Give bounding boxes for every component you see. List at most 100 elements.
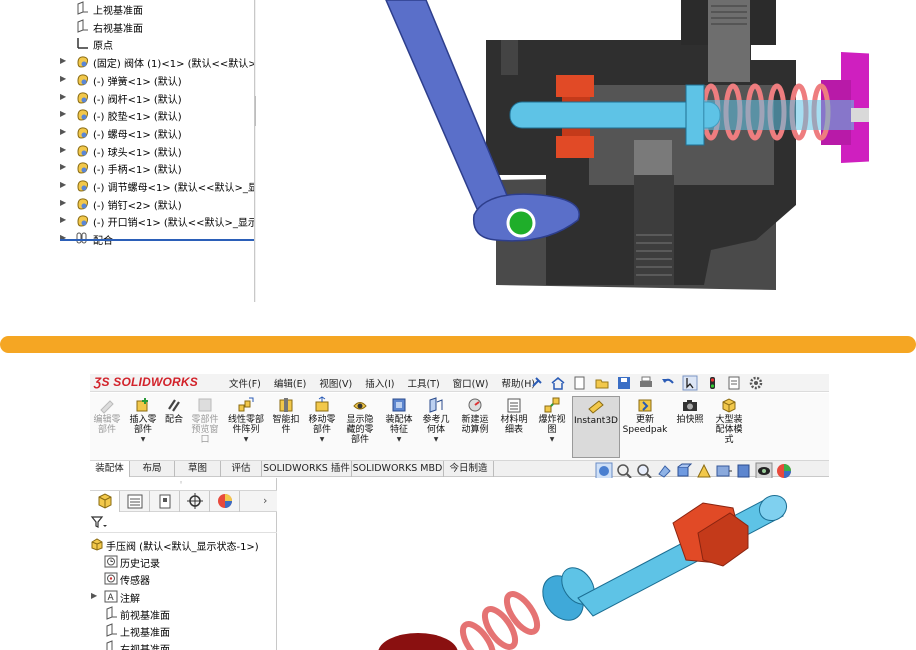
dropdown-caret-icon[interactable]: ▼ [304, 436, 340, 443]
tree-item[interactable]: ▶ (-) 胶垫<1> (默认) [56, 106, 255, 123]
command-tab[interactable]: 布局 [130, 461, 175, 477]
dropdown-caret-icon[interactable]: ▼ [418, 436, 454, 443]
tree-item[interactable]: 手压阀 (默认<默认_显示状态-1>) [90, 536, 277, 553]
dropdown-caret-icon[interactable]: ▼ [534, 436, 570, 443]
ribbon-button[interactable]: 大型装 配体模 式 [709, 396, 749, 458]
command-tab[interactable]: SOLIDWORKS 插件 [262, 461, 352, 477]
ribbon-button-label: 编辑零 部件 [93, 415, 121, 435]
tree-item[interactable]: ▶ (-) 螺母<1> (默认) [56, 124, 255, 141]
tree-item[interactable]: ▶ (-) 调节螺母<1> (默认<<默认>_显示状 [56, 177, 255, 194]
display-manager-tab[interactable] [210, 491, 240, 512]
panel-splitter[interactable] [254, 0, 255, 302]
expand-arrow-icon[interactable]: ▶ [60, 92, 66, 101]
plane-icon [104, 606, 118, 620]
filter-icon[interactable] [90, 513, 112, 531]
expand-arrow-icon[interactable]: ▶ [60, 145, 66, 154]
ribbon-button[interactable]: 爆炸视 图 ▼ [534, 396, 570, 458]
tree-item-label: 右视基准面 [120, 641, 170, 650]
expand-arrow-icon[interactable]: ▶ [60, 215, 66, 224]
menu-item[interactable]: 文件(F) [229, 376, 261, 390]
tree-item[interactable]: ▶ (-) 弹簧<1> (默认) [56, 71, 255, 88]
tree-item[interactable]: 上视基准面 [56, 0, 255, 17]
tree-item[interactable]: 传感器 [90, 570, 277, 587]
menu-item[interactable]: 窗口(W) [453, 376, 489, 390]
tree-item[interactable]: 上视基准面 [90, 622, 277, 639]
menu-bar: 文件(F) 编辑(E) 视图(V) 插入(I) 工具(T) 窗口(W) 帮助(H) [229, 376, 548, 390]
ribbon-button[interactable]: 显示隐 藏的零 部件 [342, 396, 378, 458]
dimxpert-manager-tab[interactable] [180, 491, 210, 512]
expand-arrow-icon[interactable]: ▶ [60, 198, 66, 207]
pin-icon[interactable] [528, 375, 550, 391]
ribbon-button[interactable]: 新建运 动算例 [457, 396, 493, 458]
smart-fastener-icon [277, 396, 295, 414]
tree-item[interactable]: ▶ A 注解 [90, 588, 277, 605]
tree-item[interactable]: ▶ (-) 阀杆<1> (默认) [56, 89, 255, 106]
ribbon-button[interactable]: 编辑零 部件 [90, 396, 124, 458]
tree-item[interactable]: ▶ (-) 球头<1> (默认) [56, 142, 255, 159]
command-tab[interactable]: 今日制造 [444, 461, 494, 477]
file-properties-icon[interactable] [726, 375, 748, 391]
tree-item[interactable]: ▶ (-) 销钉<2> (默认) [56, 195, 255, 212]
ribbon-button[interactable]: 拍快照 [674, 396, 706, 458]
rebuild-icon[interactable] [704, 375, 726, 391]
tree-item[interactable]: ▶ (-) 手柄<1> (默认) [56, 159, 255, 176]
configuration-manager-tab[interactable] [150, 491, 180, 512]
expand-arrow-icon[interactable]: ▶ [60, 162, 66, 171]
tree-item[interactable]: 历史记录 [90, 553, 277, 570]
expand-arrow-icon[interactable]: ▶ [60, 127, 66, 136]
options-gear-icon[interactable] [748, 375, 770, 391]
assembly-feature-icon [390, 396, 408, 414]
select-arrow-icon[interactable] [682, 375, 704, 391]
manager-tabs: › [90, 490, 277, 512]
panel-collapse-handle[interactable]: ◦ [179, 479, 183, 487]
command-tab[interactable]: 装配体 [90, 461, 130, 477]
feature-manager-tab[interactable] [90, 491, 120, 512]
menu-item[interactable]: 视图(V) [319, 376, 352, 390]
menu-item[interactable]: 插入(I) [365, 376, 394, 390]
command-tab[interactable]: SOLIDWORKS MBD [352, 461, 444, 477]
dropdown-caret-icon[interactable]: ▼ [382, 436, 416, 443]
ribbon-button-label: 移动零 部件 [308, 415, 336, 435]
expand-arrow-icon[interactable]: ▶ [60, 180, 66, 189]
ribbon-button[interactable]: 更新 Speedpak [622, 396, 668, 458]
expand-arrow-icon[interactable]: ▶ [60, 56, 66, 65]
expand-arrow-icon[interactable]: ▶ [60, 74, 66, 83]
command-tab[interactable]: 草图 [175, 461, 221, 477]
ribbon-button[interactable]: 参考几 何体 ▼ [418, 396, 454, 458]
solidworks-logo[interactable]: ƷS SOLIDWORKS [94, 375, 198, 391]
new-document-icon[interactable] [572, 375, 594, 391]
print-icon[interactable] [638, 375, 660, 391]
expand-arrow-icon[interactable]: ▶ [60, 109, 66, 118]
ribbon-button[interactable]: 线性零部 件阵列 ▼ [224, 396, 268, 458]
menu-item[interactable]: 编辑(E) [274, 376, 306, 390]
ribbon-button[interactable]: 配合 [160, 396, 188, 458]
command-tab[interactable]: 评估 [221, 461, 262, 477]
tree-item[interactable]: ▶ (-) 开口销<1> (默认<<默认>_显示状态 [56, 212, 255, 229]
tree-item[interactable]: ▶ (固定) 阀体 (1)<1> (默认<<默认>_显示 [56, 53, 255, 70]
tree-item[interactable]: 原点 [56, 35, 255, 52]
ribbon-button[interactable]: 插入零 部件 ▼ [126, 396, 160, 458]
dropdown-caret-icon[interactable]: ▼ [126, 436, 160, 443]
ribbon-button[interactable]: 移动零 部件 ▼ [304, 396, 340, 458]
assembly-3d-viewport[interactable] [278, 478, 829, 650]
tree-filter[interactable] [90, 513, 277, 533]
tree-item[interactable]: 前视基准面 [90, 605, 277, 622]
save-icon[interactable] [616, 375, 638, 391]
ribbon-button[interactable]: 装配体 特征 ▼ [382, 396, 416, 458]
expand-arrow-icon[interactable]: ▶ [91, 591, 97, 600]
home-icon[interactable] [550, 375, 572, 391]
undo-icon[interactable] [660, 375, 682, 391]
property-manager-tab[interactable] [120, 491, 150, 512]
ribbon-button[interactable]: Instant3D [572, 396, 620, 458]
more-tabs-chevron[interactable]: › [263, 494, 267, 507]
ribbon-button[interactable]: 智能扣 件 [270, 396, 302, 458]
tree-item[interactable]: 右视基准面 [90, 639, 277, 650]
ribbon-button[interactable]: 零部件 预览窗 口 [188, 396, 222, 458]
dropdown-caret-icon[interactable]: ▼ [224, 436, 268, 443]
open-folder-icon[interactable] [594, 375, 616, 391]
preview-window-icon [196, 396, 214, 414]
menu-item[interactable]: 工具(T) [407, 376, 439, 390]
section-view-viewport[interactable] [256, 0, 869, 302]
ribbon-button[interactable]: 材料明 细表 [496, 396, 532, 458]
tree-item[interactable]: 右视基准面 [56, 18, 255, 35]
